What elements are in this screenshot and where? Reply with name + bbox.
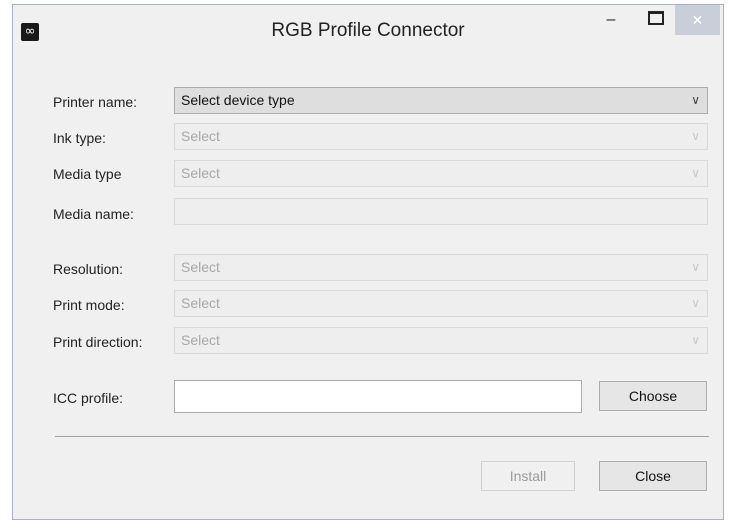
resolution-label: Resolution: — [53, 261, 124, 277]
media-name-input[interactable] — [174, 198, 708, 225]
print-mode-select[interactable]: Select ∨ — [174, 290, 708, 317]
title-bar[interactable]: ∞ RGB Profile Connector – ✕ — [13, 5, 723, 59]
ink-type-label: Ink type: — [53, 130, 106, 146]
print-mode-label: Print mode: — [53, 297, 125, 313]
chevron-down-icon: ∨ — [691, 93, 700, 107]
dialog-window: ∞ RGB Profile Connector – ✕ Printer name… — [12, 4, 724, 520]
ink-type-select[interactable]: Select ∨ — [174, 123, 708, 150]
minimize-button[interactable]: – — [596, 5, 626, 35]
icc-profile-input[interactable] — [174, 380, 582, 413]
printer-name-label: Printer name: — [53, 94, 138, 110]
media-type-label: Media type — [53, 166, 122, 182]
chevron-down-icon: ∨ — [691, 333, 700, 347]
printer-name-value: Select device type — [181, 92, 295, 108]
chevron-down-icon: ∨ — [691, 129, 700, 143]
chevron-down-icon: ∨ — [691, 166, 700, 180]
media-type-select[interactable]: Select ∨ — [174, 160, 708, 187]
window-bottom-border — [13, 513, 723, 519]
printer-name-select[interactable]: Select device type ∨ — [174, 87, 708, 114]
media-type-value: Select — [181, 165, 220, 181]
resolution-select[interactable]: Select ∨ — [174, 254, 708, 281]
media-name-label: Media name: — [53, 206, 134, 222]
chevron-down-icon: ∨ — [691, 260, 700, 274]
print-direction-label: Print direction: — [53, 334, 143, 350]
maximize-icon — [648, 10, 664, 25]
maximize-button[interactable] — [641, 5, 671, 35]
icc-profile-label: ICC profile: — [53, 390, 124, 406]
choose-button[interactable]: Choose — [599, 381, 707, 411]
divider — [55, 436, 709, 437]
ink-type-value: Select — [181, 128, 220, 144]
print-mode-value: Select — [181, 295, 220, 311]
print-direction-value: Select — [181, 332, 220, 348]
resolution-value: Select — [181, 259, 220, 275]
close-window-button[interactable]: ✕ — [675, 5, 720, 35]
print-direction-select[interactable]: Select ∨ — [174, 327, 708, 354]
close-button[interactable]: Close — [599, 461, 707, 491]
install-button[interactable]: Install — [481, 461, 575, 491]
chevron-down-icon: ∨ — [691, 296, 700, 310]
